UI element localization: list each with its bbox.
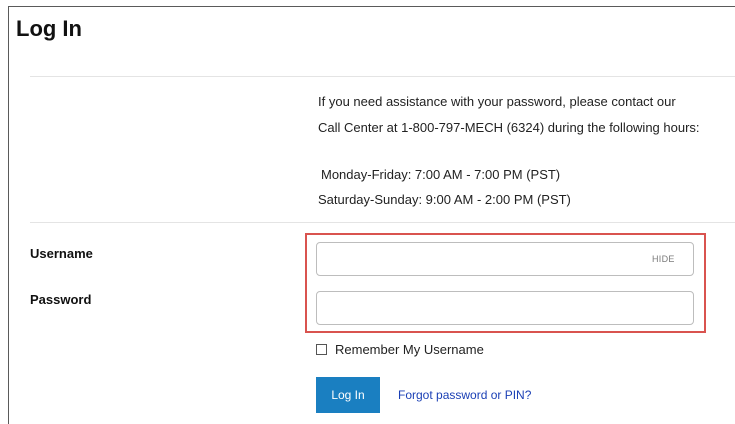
assistance-text-line-1: If you need assistance with your passwor… (318, 94, 676, 109)
page-title: Log In (16, 16, 82, 41)
forgot-password-link[interactable]: Forgot password or PIN? (398, 388, 531, 402)
divider-middle (30, 222, 735, 223)
username-label: Username (30, 246, 93, 261)
password-input[interactable] (316, 291, 694, 325)
password-label: Password (30, 292, 92, 307)
remember-username-checkbox[interactable] (316, 343, 327, 355)
login-button[interactable]: Log In (316, 377, 380, 413)
remember-username-label[interactable]: Remember My Username (335, 342, 484, 357)
hide-toggle-button[interactable]: HIDE (652, 254, 675, 264)
hours-weekend: Saturday-Sunday: 9:00 AM - 2:00 PM (PST) (318, 192, 571, 207)
frame-border-top (8, 6, 735, 7)
divider-top (30, 76, 735, 77)
remember-username[interactable]: Remember My Username (316, 341, 484, 357)
assistance-text-line-2: Call Center at 1-800-797-MECH (6324) dur… (318, 120, 700, 135)
frame-border-left (8, 6, 9, 424)
username-input[interactable] (316, 242, 694, 276)
login-page: Log In If you need assistance with your … (0, 0, 735, 424)
hours-weekday: Monday-Friday: 7:00 AM - 7:00 PM (PST) (321, 167, 561, 182)
